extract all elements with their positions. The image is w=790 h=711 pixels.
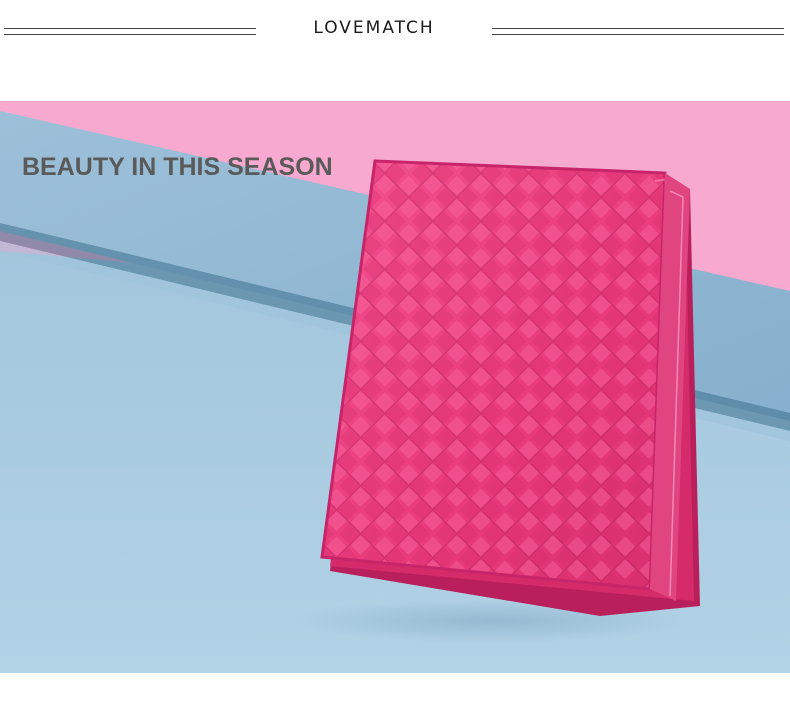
header-rule-left (4, 28, 256, 35)
brand-logo-text[interactable]: LOVEMATCH (256, 18, 492, 38)
bottom-spacer (0, 673, 790, 711)
hero-image (0, 101, 790, 673)
hero-banner: BEAUTY IN THIS SEASON (0, 101, 790, 673)
header-rule-right (492, 28, 784, 35)
banner-headline: BEAUTY IN THIS SEASON (22, 153, 333, 181)
header: LOVEMATCH (0, 0, 790, 62)
